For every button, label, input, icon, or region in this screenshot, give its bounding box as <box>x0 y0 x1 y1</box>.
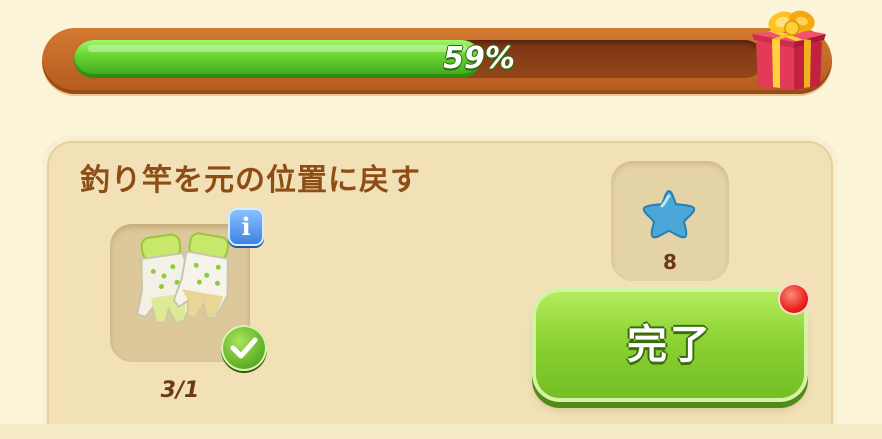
blue-star-icon <box>640 188 698 240</box>
notification-dot <box>780 285 808 313</box>
complete-button[interactable]: 完了 <box>536 292 804 398</box>
progress-track: 59% <box>74 40 764 78</box>
gloves-icon <box>120 230 240 340</box>
task-title: 釣り竿を元の位置に戻す <box>80 163 421 198</box>
gift-box-icon[interactable] <box>748 6 828 94</box>
progress-bar: 59% <box>42 28 832 94</box>
progress-percent: 59% <box>443 41 515 76</box>
panel-bottom-edge <box>0 424 882 439</box>
item-count: 3/1 <box>160 378 200 403</box>
checkmark-icon <box>221 325 267 371</box>
reward-amount: 8 <box>663 250 677 274</box>
info-button[interactable]: i <box>228 208 264 246</box>
